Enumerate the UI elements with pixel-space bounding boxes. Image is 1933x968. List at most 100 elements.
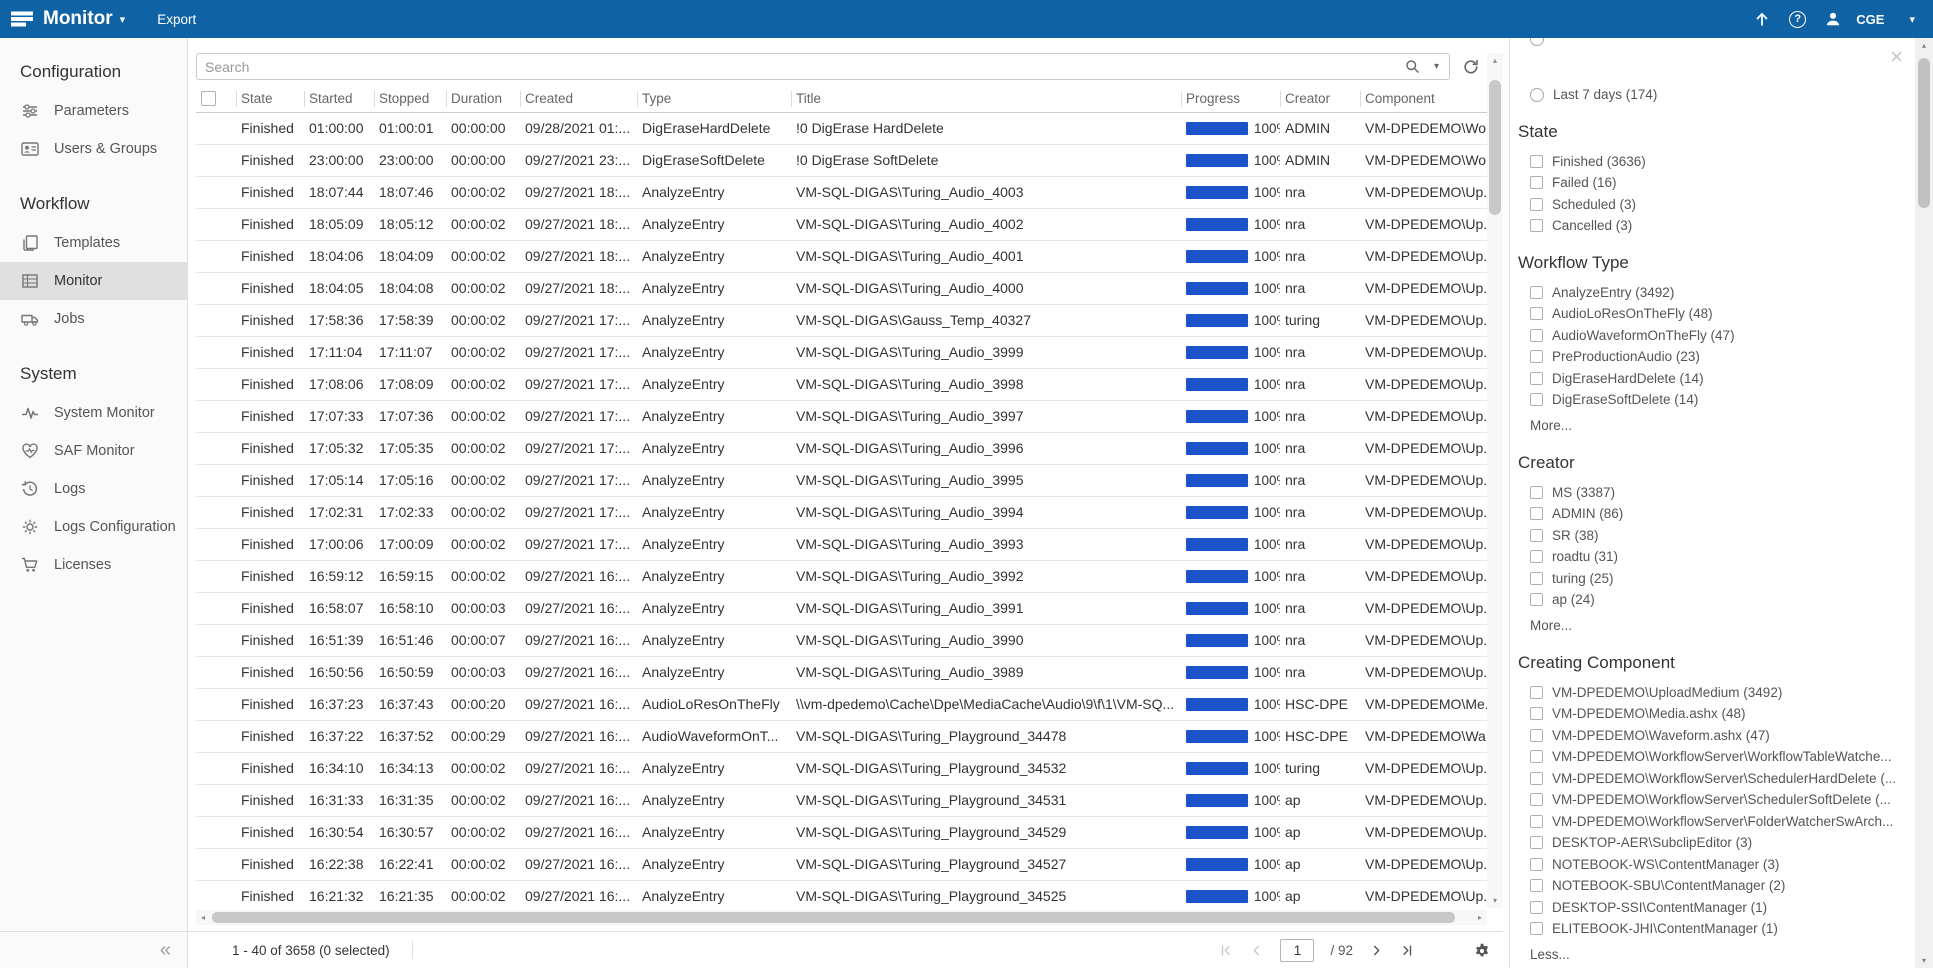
filter-option[interactable]: NOTEBOOK-WS\ContentManager (3)	[1530, 854, 1905, 876]
column-header-created[interactable]: Created	[520, 86, 637, 112]
filter-checkbox[interactable]	[1530, 350, 1543, 363]
column-header-type[interactable]: Type	[637, 86, 791, 112]
collapse-sidebar-icon[interactable]: «	[160, 940, 171, 960]
filter-option[interactable]: VM-DPEDEMO\UploadMedium (3492)	[1530, 682, 1905, 704]
filter-option[interactable]: DESKTOP-AER\SubclipEditor (3)	[1530, 832, 1905, 854]
table-row[interactable]: Finished16:30:5416:30:5700:00:0209/27/20…	[196, 817, 1487, 849]
filter-option[interactable]: MS (3387)	[1530, 482, 1905, 504]
filter-checkbox[interactable]	[1530, 219, 1543, 232]
arrow-up-icon[interactable]	[1753, 10, 1771, 28]
search-icon[interactable]	[1404, 58, 1421, 75]
table-row[interactable]: Finished17:00:0617:00:0900:00:0209/27/20…	[196, 529, 1487, 561]
table-settings-gear-icon[interactable]	[1473, 942, 1491, 960]
column-header-state[interactable]: State	[236, 86, 304, 112]
filter-checkbox[interactable]	[1530, 372, 1543, 385]
filter-option[interactable]: PreProductionAudio (23)	[1530, 346, 1905, 368]
filter-panel-scrollbar[interactable]: ▴ ▾	[1915, 38, 1933, 968]
filter-checkbox[interactable]	[1530, 286, 1543, 299]
user-menu-chevron-down-icon[interactable]: ▾	[1909, 13, 1915, 26]
scroll-up-arrow-icon[interactable]: ▴	[1487, 54, 1503, 67]
column-header-stopped[interactable]: Stopped	[374, 86, 446, 112]
table-row[interactable]: Finished16:59:1216:59:1500:00:0209/27/20…	[196, 561, 1487, 593]
filter-option[interactable]: VM-DPEDEMO\WorkflowServer\FolderWatcherS…	[1530, 811, 1905, 833]
filter-option[interactable]: Failed (16)	[1530, 172, 1905, 194]
table-row[interactable]: Finished16:37:2316:37:4300:00:2009/27/20…	[196, 689, 1487, 721]
filter-checkbox[interactable]	[1530, 901, 1543, 914]
filter-checkbox[interactable]	[1530, 529, 1543, 542]
filter-checkbox[interactable]	[1530, 858, 1543, 871]
sidebar-item-logs[interactable]: Logs	[0, 470, 187, 508]
column-header-title[interactable]: Title	[791, 86, 1181, 112]
filter-more-link[interactable]: More...	[1530, 415, 1905, 437]
filter-option[interactable]: DESKTOP-SSI\ContentManager (1)	[1530, 897, 1905, 919]
table-row[interactable]: Finished17:11:0417:11:0700:00:0209/27/20…	[196, 337, 1487, 369]
filter-checkbox[interactable]	[1530, 155, 1543, 168]
filter-checkbox[interactable]	[1530, 772, 1543, 785]
table-row[interactable]: Finished17:02:3117:02:3300:00:0209/27/20…	[196, 497, 1487, 529]
filter-option[interactable]: Finished (3636)	[1530, 151, 1905, 173]
last-page-button[interactable]	[1400, 943, 1415, 958]
table-row[interactable]: Finished17:05:1417:05:1600:00:0209/27/20…	[196, 465, 1487, 497]
column-header-started[interactable]: Started	[304, 86, 374, 112]
filter-option[interactable]: VM-DPEDEMO\Waveform.ashx (47)	[1530, 725, 1905, 747]
sidebar-item-licenses[interactable]: Licenses	[0, 546, 187, 584]
table-row[interactable]: Finished16:22:3816:22:4100:00:0209/27/20…	[196, 849, 1487, 881]
sidebar-item-templates[interactable]: Templates	[0, 224, 187, 262]
close-filter-panel-icon[interactable]: ×	[1890, 46, 1903, 68]
filter-option[interactable]: ELITEBOOK-JHI\ContentManager (1)	[1530, 918, 1905, 940]
user-icon[interactable]	[1824, 10, 1842, 28]
user-name[interactable]: CGE	[1856, 12, 1884, 27]
table-row[interactable]: Finished16:37:2216:37:5200:00:2909/27/20…	[196, 721, 1487, 753]
filter-option[interactable]: AudioWaveformOnTheFly (47)	[1530, 325, 1905, 347]
filter-option[interactable]: VM-DPEDEMO\Media.ashx (48)	[1530, 703, 1905, 725]
select-all-checkbox[interactable]	[201, 91, 216, 106]
filter-option[interactable]: ap (24)	[1530, 589, 1905, 611]
date-range-radio[interactable]	[1530, 38, 1544, 46]
scroll-up-arrow-icon[interactable]: ▴	[1915, 39, 1933, 52]
table-row[interactable]: Finished16:50:5616:50:5900:00:0309/27/20…	[196, 657, 1487, 689]
filter-less-link[interactable]: Less...	[1530, 944, 1905, 966]
scroll-right-arrow-icon[interactable]: ▸	[1473, 910, 1487, 925]
filter-checkbox[interactable]	[1530, 593, 1543, 606]
filter-checkbox[interactable]	[1530, 707, 1543, 720]
sidebar-item-system-monitor[interactable]: System Monitor	[0, 394, 187, 432]
scroll-down-arrow-icon[interactable]: ▾	[1915, 954, 1933, 967]
column-header-duration[interactable]: Duration	[446, 86, 520, 112]
sidebar-item-jobs[interactable]: Jobs	[0, 300, 187, 338]
table-horizontal-scrollbar[interactable]: ◂ ▸	[196, 910, 1487, 925]
filter-checkbox[interactable]	[1530, 176, 1543, 189]
filter-option[interactable]: NOTEBOOK-SBU\ContentManager (2)	[1530, 875, 1905, 897]
sidebar-item-monitor[interactable]: Monitor	[0, 262, 187, 300]
filter-checkbox[interactable]	[1530, 836, 1543, 849]
filter-option[interactable]: VM-DPEDEMO\WorkflowServer\WorkflowTableW…	[1530, 746, 1905, 768]
table-row[interactable]: Finished01:00:0001:00:0100:00:0009/28/20…	[196, 113, 1487, 145]
sidebar-item-parameters[interactable]: Parameters	[0, 92, 187, 130]
table-row[interactable]: Finished18:05:0918:05:1200:00:0209/27/20…	[196, 209, 1487, 241]
filter-checkbox[interactable]	[1530, 198, 1543, 211]
scroll-left-arrow-icon[interactable]: ◂	[196, 910, 210, 925]
export-menu-item[interactable]: Export	[157, 12, 196, 27]
table-row[interactable]: Finished16:51:3916:51:4600:00:0709/27/20…	[196, 625, 1487, 657]
search-options-chevron-down-icon[interactable]: ▾	[1434, 61, 1439, 72]
filter-option[interactable]: turing (25)	[1530, 568, 1905, 590]
filter-option[interactable]: ADMIN (86)	[1530, 503, 1905, 525]
filter-checkbox[interactable]	[1530, 815, 1543, 828]
filter-option[interactable]: AnalyzeEntry (3492)	[1530, 282, 1905, 304]
table-row[interactable]: Finished23:00:0023:00:0000:00:0009/27/20…	[196, 145, 1487, 177]
search-input[interactable]	[197, 59, 1404, 75]
filter-option[interactable]: DigEraseSoftDelete (14)	[1530, 389, 1905, 411]
table-row[interactable]: Finished17:05:3217:05:3500:00:0209/27/20…	[196, 433, 1487, 465]
sidebar-item-saf-monitor[interactable]: SAF Monitor	[0, 432, 187, 470]
horizontal-scroll-thumb[interactable]	[212, 912, 1455, 923]
filter-checkbox[interactable]	[1530, 686, 1543, 699]
previous-page-button[interactable]	[1249, 943, 1264, 958]
filter-option[interactable]: Cancelled (3)	[1530, 215, 1905, 237]
app-switcher-chevron-down-icon[interactable]: ▾	[120, 13, 126, 26]
filter-option[interactable]: SR (38)	[1530, 525, 1905, 547]
vertical-scroll-thumb[interactable]	[1489, 80, 1501, 215]
table-row[interactable]: Finished16:34:1016:34:1300:00:0209/27/20…	[196, 753, 1487, 785]
table-row[interactable]: Finished16:31:3316:31:3500:00:0209/27/20…	[196, 785, 1487, 817]
scroll-down-arrow-icon[interactable]: ▾	[1487, 894, 1503, 907]
table-row[interactable]: Finished17:07:3317:07:3600:00:0209/27/20…	[196, 401, 1487, 433]
filter-checkbox[interactable]	[1530, 550, 1543, 563]
